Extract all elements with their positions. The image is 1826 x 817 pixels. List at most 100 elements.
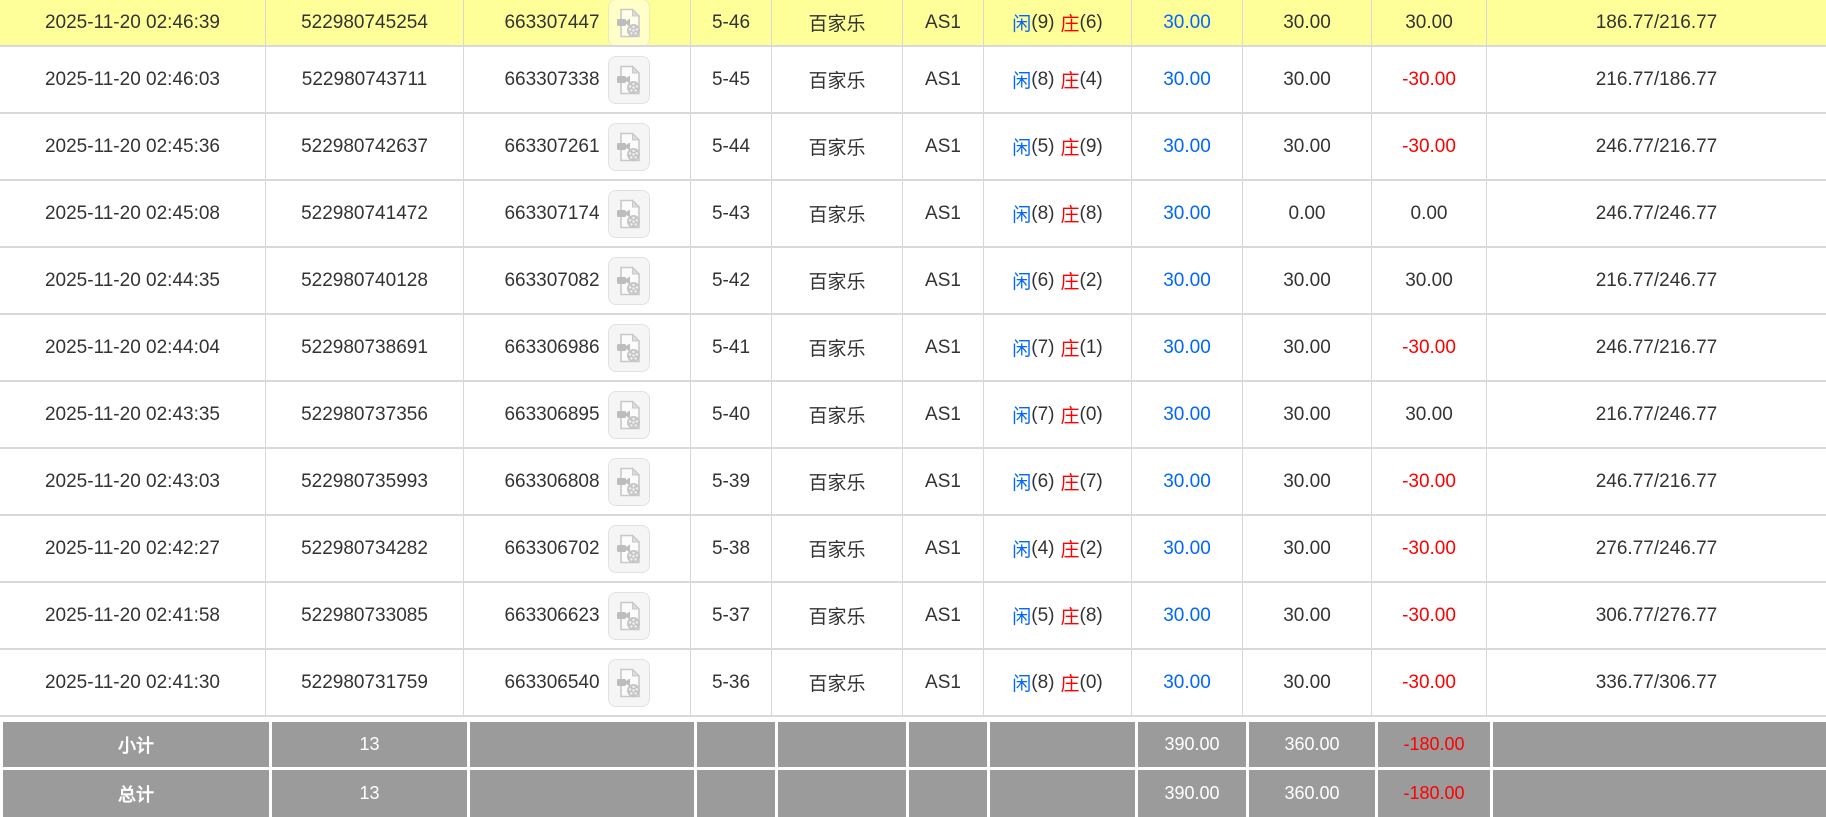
video-replay-button[interactable]	[608, 123, 650, 171]
round-id-cell: 663306702	[464, 516, 691, 581]
subtotal-empty-balance	[1490, 722, 1826, 767]
bet-row[interactable]: 2025-11-20 02:41:30522980731759663306540…	[0, 650, 1826, 717]
video-replay-button[interactable]	[608, 0, 650, 45]
banker-label: 庄	[1061, 200, 1080, 227]
bet-amount: 30.00	[1132, 181, 1243, 246]
banker-label: 庄	[1061, 66, 1080, 93]
round-id: 663307261	[504, 136, 599, 158]
banker-label: 庄	[1061, 669, 1080, 696]
valid-bet: 0.00	[1243, 181, 1372, 246]
win-loss: -30.00	[1372, 449, 1487, 514]
subtotal-empty-result	[987, 722, 1135, 767]
round-id: 663306808	[504, 471, 599, 493]
win-loss: 0.00	[1372, 181, 1487, 246]
bet-history-table: 2025-11-20 02:46:39522980745254663307447…	[0, 0, 1826, 817]
banker-score: (8)	[1080, 203, 1103, 225]
bet-row[interactable]: 2025-11-20 02:45:08522980741472663307174…	[0, 181, 1826, 248]
bet-id: 522980733085	[266, 583, 464, 648]
bet-row[interactable]: 2025-11-20 02:42:27522980734282663306702…	[0, 516, 1826, 583]
video-replay-button[interactable]	[608, 324, 650, 372]
game-name: 百家乐	[772, 248, 903, 313]
bet-id: 522980745254	[266, 0, 464, 45]
round-number: 5-46	[691, 0, 772, 45]
player-label: 闲	[1012, 535, 1031, 562]
bet-id: 522980743711	[266, 47, 464, 112]
player-score: (7)	[1031, 404, 1054, 426]
player-label: 闲	[1012, 200, 1031, 227]
video-replay-button[interactable]	[608, 391, 650, 439]
bet-row[interactable]: 2025-11-20 02:41:58522980733085663306623…	[0, 583, 1826, 650]
round-id-cell: 663306540	[464, 650, 691, 715]
bet-amount: 30.00	[1132, 382, 1243, 447]
balance: 186.77/216.77	[1487, 0, 1826, 45]
bet-time: 2025-11-20 02:41:58	[0, 583, 266, 648]
bet-row[interactable]: 2025-11-20 02:43:03522980735993663306808…	[0, 449, 1826, 516]
player-score: (6)	[1031, 270, 1054, 292]
player-score: (4)	[1031, 538, 1054, 560]
bet-row[interactable]: 2025-11-20 02:46:03522980743711663307338…	[0, 47, 1826, 114]
video-replay-button[interactable]	[608, 257, 650, 305]
subtotal-empty-table	[906, 722, 987, 767]
subtotal-empty-round	[467, 722, 694, 767]
balance: 216.77/186.77	[1487, 47, 1826, 112]
bet-id: 522980737356	[266, 382, 464, 447]
banker-label: 庄	[1061, 535, 1080, 562]
valid-bet: 30.00	[1243, 650, 1372, 715]
game-result: 闲(8)庄(4)	[984, 47, 1132, 112]
bet-amount: 30.00	[1132, 449, 1243, 514]
table-code: AS1	[903, 449, 984, 514]
player-score: (7)	[1031, 337, 1054, 359]
bet-row[interactable]: 2025-11-20 02:44:35522980740128663307082…	[0, 248, 1826, 315]
player-score: (8)	[1031, 672, 1054, 694]
video-replay-button[interactable]	[608, 592, 650, 640]
round-number: 5-38	[691, 516, 772, 581]
game-result: 闲(7)庄(1)	[984, 315, 1132, 380]
round-number: 5-41	[691, 315, 772, 380]
table-code: AS1	[903, 650, 984, 715]
subtotal-count: 13	[269, 722, 467, 767]
subtotal-empty-game	[775, 722, 906, 767]
video-replay-icon	[616, 266, 642, 296]
subtotal-empty-roundno	[694, 722, 775, 767]
bet-row[interactable]: 2025-11-20 02:44:04522980738691663306986…	[0, 315, 1826, 382]
video-replay-button[interactable]	[608, 458, 650, 506]
subtotal-valid-bet: 360.00	[1246, 722, 1375, 767]
game-name: 百家乐	[772, 181, 903, 246]
banker-score: (2)	[1080, 538, 1103, 560]
total-empty-result	[987, 770, 1135, 817]
banker-score: (9)	[1080, 136, 1103, 158]
bet-row[interactable]: 2025-11-20 02:43:35522980737356663306895…	[0, 382, 1826, 449]
video-replay-button[interactable]	[608, 190, 650, 238]
total-label: 总计	[3, 770, 269, 817]
valid-bet: 30.00	[1243, 583, 1372, 648]
balance: 216.77/246.77	[1487, 248, 1826, 313]
round-id: 663306540	[504, 672, 599, 694]
game-name: 百家乐	[772, 650, 903, 715]
bet-id: 522980742637	[266, 114, 464, 179]
bet-amount: 30.00	[1132, 650, 1243, 715]
game-result: 闲(9)庄(6)	[984, 0, 1132, 45]
win-loss: 30.00	[1372, 248, 1487, 313]
player-label: 闲	[1012, 334, 1031, 361]
round-id: 663307338	[504, 69, 599, 91]
game-result: 闲(6)庄(2)	[984, 248, 1132, 313]
player-score: (8)	[1031, 69, 1054, 91]
video-replay-button[interactable]	[608, 56, 650, 104]
bet-row[interactable]: 2025-11-20 02:45:36522980742637663307261…	[0, 114, 1826, 181]
balance: 246.77/246.77	[1487, 181, 1826, 246]
table-code: AS1	[903, 315, 984, 380]
total-empty-round	[467, 770, 694, 817]
round-id-cell: 663306895	[464, 382, 691, 447]
round-id-cell: 663307082	[464, 248, 691, 313]
round-id: 663306895	[504, 404, 599, 426]
video-replay-button[interactable]	[608, 659, 650, 707]
bet-row[interactable]: 2025-11-20 02:46:39522980745254663307447…	[0, 0, 1826, 47]
subtotal-row: 小计 13 390.00 360.00 -180.00	[3, 722, 1826, 767]
total-bet-amount: 390.00	[1135, 770, 1246, 817]
round-number: 5-43	[691, 181, 772, 246]
round-id-cell: 663307261	[464, 114, 691, 179]
bet-time: 2025-11-20 02:44:35	[0, 248, 266, 313]
video-replay-button[interactable]	[608, 525, 650, 573]
table-code: AS1	[903, 382, 984, 447]
round-id: 663306986	[504, 337, 599, 359]
